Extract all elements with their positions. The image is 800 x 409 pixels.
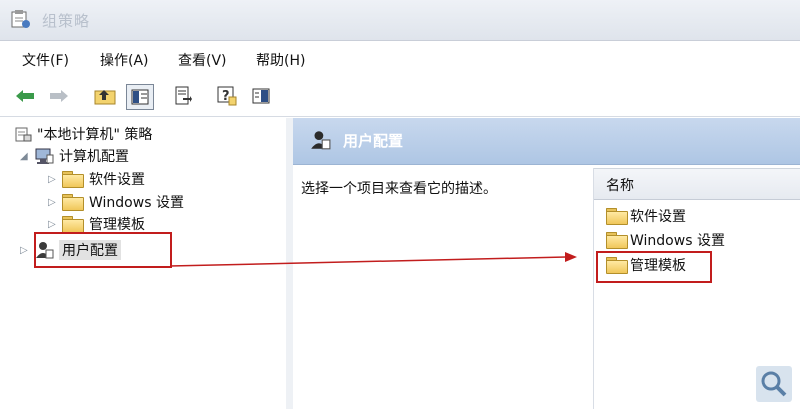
magnifier-icon <box>756 366 792 402</box>
group-policy-window: 组策略 文件(F) 操作(A) 查看(V) 帮助(H) ? "本地计算机" 策略… <box>0 0 800 409</box>
annotation-arrow <box>169 252 577 267</box>
